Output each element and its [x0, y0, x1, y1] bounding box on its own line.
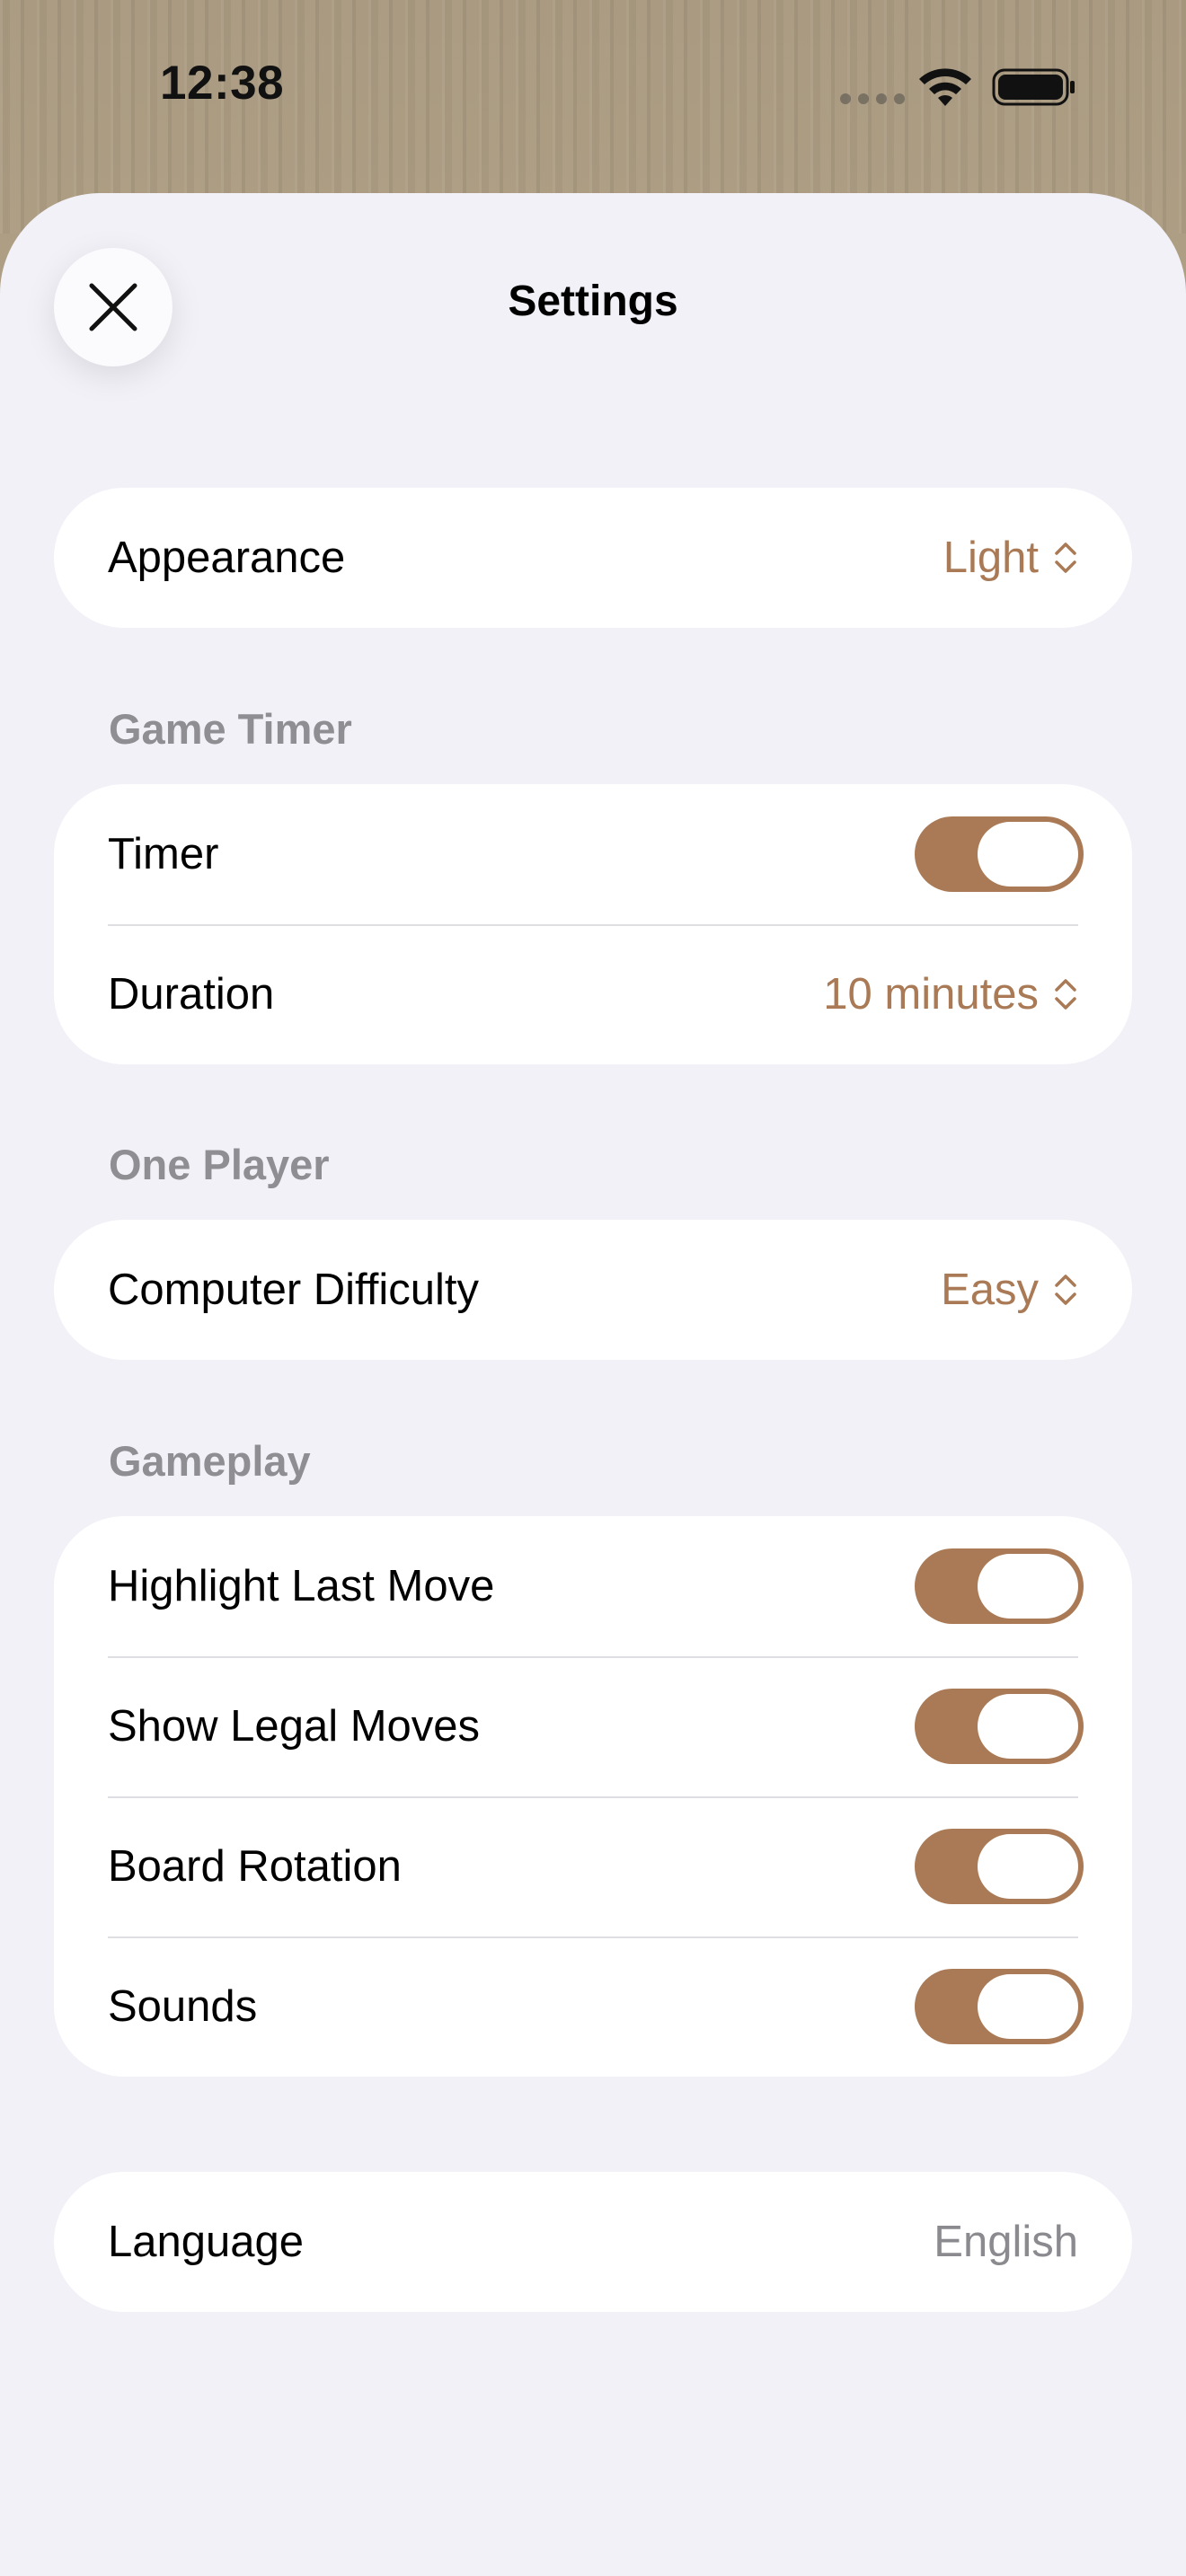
section-header-one-player: One Player: [109, 1141, 330, 1188]
show-legal-moves-row: Show Legal Moves: [54, 1656, 1132, 1796]
duration-row[interactable]: Duration 10 minutes: [54, 924, 1132, 1064]
signal-dots-icon: [840, 93, 905, 104]
highlight-last-move-label: Highlight Last Move: [108, 1562, 495, 1610]
sounds-row: Sounds: [54, 1936, 1132, 2077]
duration-picker[interactable]: 10 minutes: [823, 969, 1078, 1019]
board-rotation-toggle[interactable]: [915, 1829, 1084, 1904]
language-label: Language: [108, 2218, 305, 2266]
sounds-toggle[interactable]: [915, 1969, 1084, 2044]
show-legal-moves-label: Show Legal Moves: [108, 1702, 481, 1751]
sounds-label: Sounds: [108, 1982, 258, 2031]
show-legal-moves-toggle[interactable]: [915, 1689, 1084, 1764]
difficulty-label: Computer Difficulty: [108, 1266, 480, 1314]
appearance-row[interactable]: Appearance Light: [54, 488, 1132, 628]
language-value: English: [934, 2218, 1078, 2266]
appearance-picker[interactable]: Light: [943, 533, 1078, 583]
chevron-up-down-icon: [1055, 1275, 1076, 1305]
duration-value: 10 minutes: [823, 970, 1039, 1019]
game-timer-card: Timer Duration 10 minutes: [54, 784, 1132, 1064]
chevron-up-down-icon: [1055, 543, 1076, 573]
section-header-gameplay: Gameplay: [109, 1437, 311, 1485]
board-rotation-label: Board Rotation: [108, 1842, 402, 1891]
board-rotation-row: Board Rotation: [54, 1796, 1132, 1936]
settings-screen: 12:38 Settings Appearance Light Game Tim…: [0, 0, 1186, 2576]
appearance-value: Light: [943, 534, 1039, 582]
gameplay-card: Highlight Last Move Show Legal Moves Boa…: [54, 1516, 1132, 2077]
status-time: 12:38: [160, 57, 285, 110]
appearance-card: Appearance Light: [54, 488, 1132, 628]
difficulty-row[interactable]: Computer Difficulty Easy: [54, 1220, 1132, 1360]
highlight-last-move-toggle[interactable]: [915, 1548, 1084, 1624]
wifi-icon: [919, 68, 971, 106]
duration-label: Duration: [108, 970, 275, 1019]
difficulty-value: Easy: [941, 1266, 1039, 1314]
battery-icon: [992, 68, 1075, 106]
timer-toggle[interactable]: [915, 816, 1084, 892]
language-card: Language English: [54, 2172, 1132, 2312]
appearance-label: Appearance: [108, 534, 346, 582]
difficulty-picker[interactable]: Easy: [941, 1265, 1078, 1315]
section-header-game-timer: Game Timer: [109, 705, 352, 753]
timer-label: Timer: [108, 830, 219, 878]
language-row[interactable]: Language English: [54, 2172, 1132, 2312]
chevron-up-down-icon: [1055, 979, 1076, 1010]
one-player-card: Computer Difficulty Easy: [54, 1220, 1132, 1360]
timer-row: Timer: [54, 784, 1132, 924]
highlight-last-move-row: Highlight Last Move: [54, 1516, 1132, 1656]
page-title: Settings: [508, 278, 678, 325]
